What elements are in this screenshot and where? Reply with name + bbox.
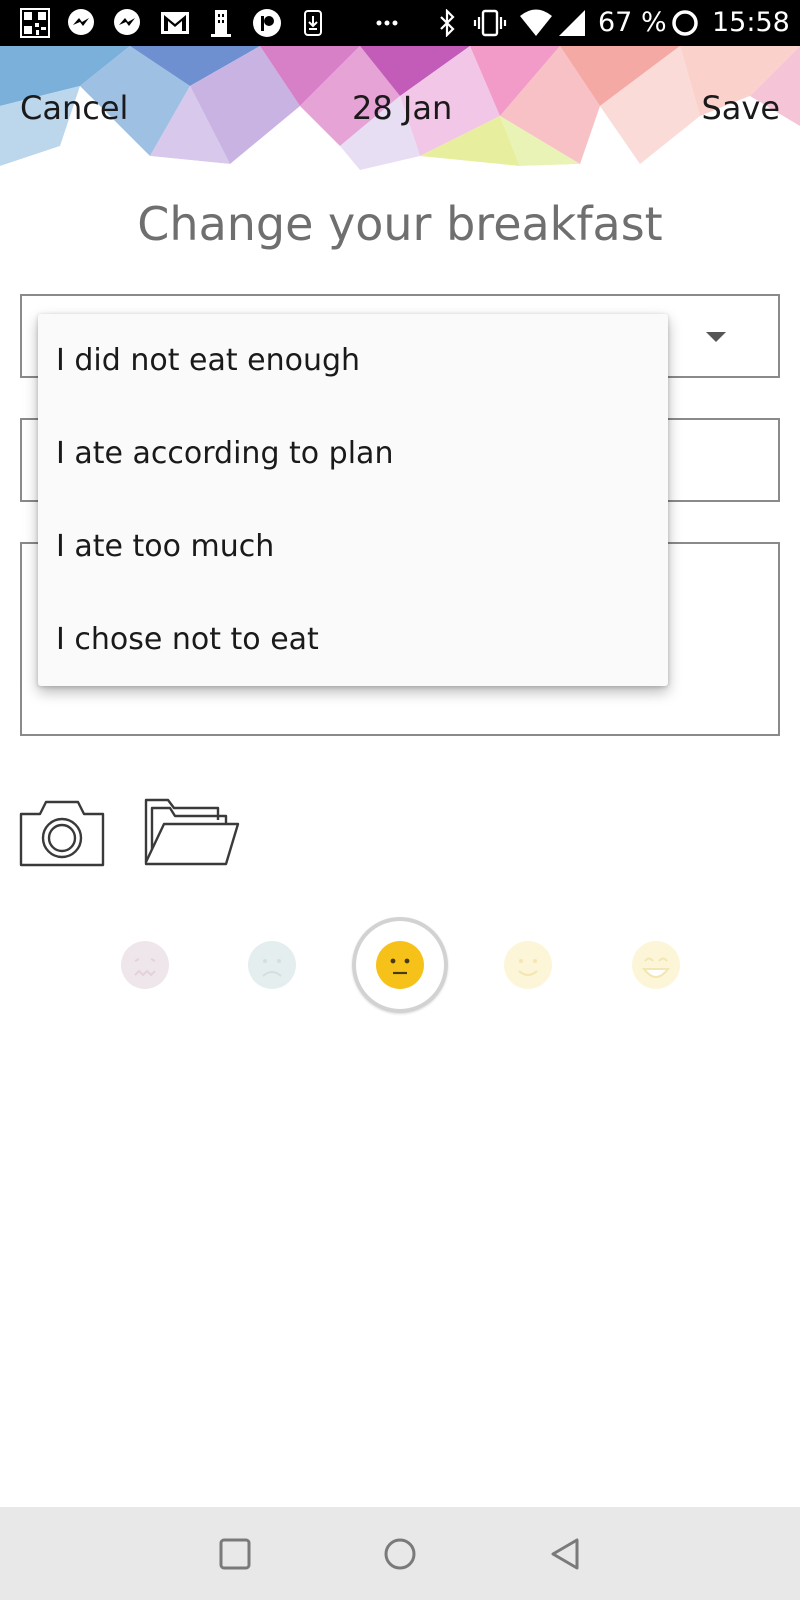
bluetooth-icon xyxy=(434,8,460,38)
wifi-icon xyxy=(518,8,554,38)
home-circle-icon[interactable] xyxy=(379,1533,421,1575)
recents-square-icon[interactable] xyxy=(214,1533,256,1575)
clock-time: 15:58 xyxy=(712,7,790,38)
battery-percent: 67 % xyxy=(598,7,667,38)
messenger-icon xyxy=(64,8,98,38)
building-icon xyxy=(206,8,236,38)
patreon-icon xyxy=(250,8,284,38)
signal-icon xyxy=(556,8,588,38)
dropdown-option[interactable]: I chose not to eat xyxy=(56,610,319,670)
qr-code-icon xyxy=(18,8,52,38)
sick-face-icon[interactable] xyxy=(97,917,193,1013)
battery-ring-icon xyxy=(670,8,700,38)
sad-face-icon[interactable] xyxy=(224,917,320,1013)
save-button[interactable]: Save xyxy=(701,88,780,128)
folder-icon[interactable] xyxy=(142,796,242,872)
dropdown-option[interactable]: I did not eat enough xyxy=(56,331,360,391)
vibrate-icon xyxy=(472,8,508,38)
page-title: Change your breakfast xyxy=(137,197,663,251)
header: Cancel 28 Jan Save xyxy=(0,46,800,172)
messenger-icon xyxy=(110,8,144,38)
grin-face-icon[interactable] xyxy=(608,917,704,1013)
dropdown-option[interactable]: I ate according to plan xyxy=(56,424,393,484)
download-icon xyxy=(300,8,326,38)
gmail-icon xyxy=(158,8,192,38)
cancel-button[interactable]: Cancel xyxy=(20,88,128,128)
smile-face-icon[interactable] xyxy=(480,917,576,1013)
dropdown-arrow-icon xyxy=(706,332,726,342)
neutral-face-icon[interactable] xyxy=(352,917,448,1013)
meal-status-dropdown-menu: I did not eat enough I ate according to … xyxy=(38,314,668,686)
date-label[interactable]: 28 Jan xyxy=(352,88,452,128)
navigation-bar xyxy=(0,1507,800,1600)
back-triangle-icon[interactable] xyxy=(544,1533,586,1575)
status-bar: 67 % 15:58 xyxy=(0,0,800,46)
dropdown-option[interactable]: I ate too much xyxy=(56,517,274,577)
camera-icon[interactable] xyxy=(18,796,106,872)
more-dots-icon xyxy=(372,8,402,38)
